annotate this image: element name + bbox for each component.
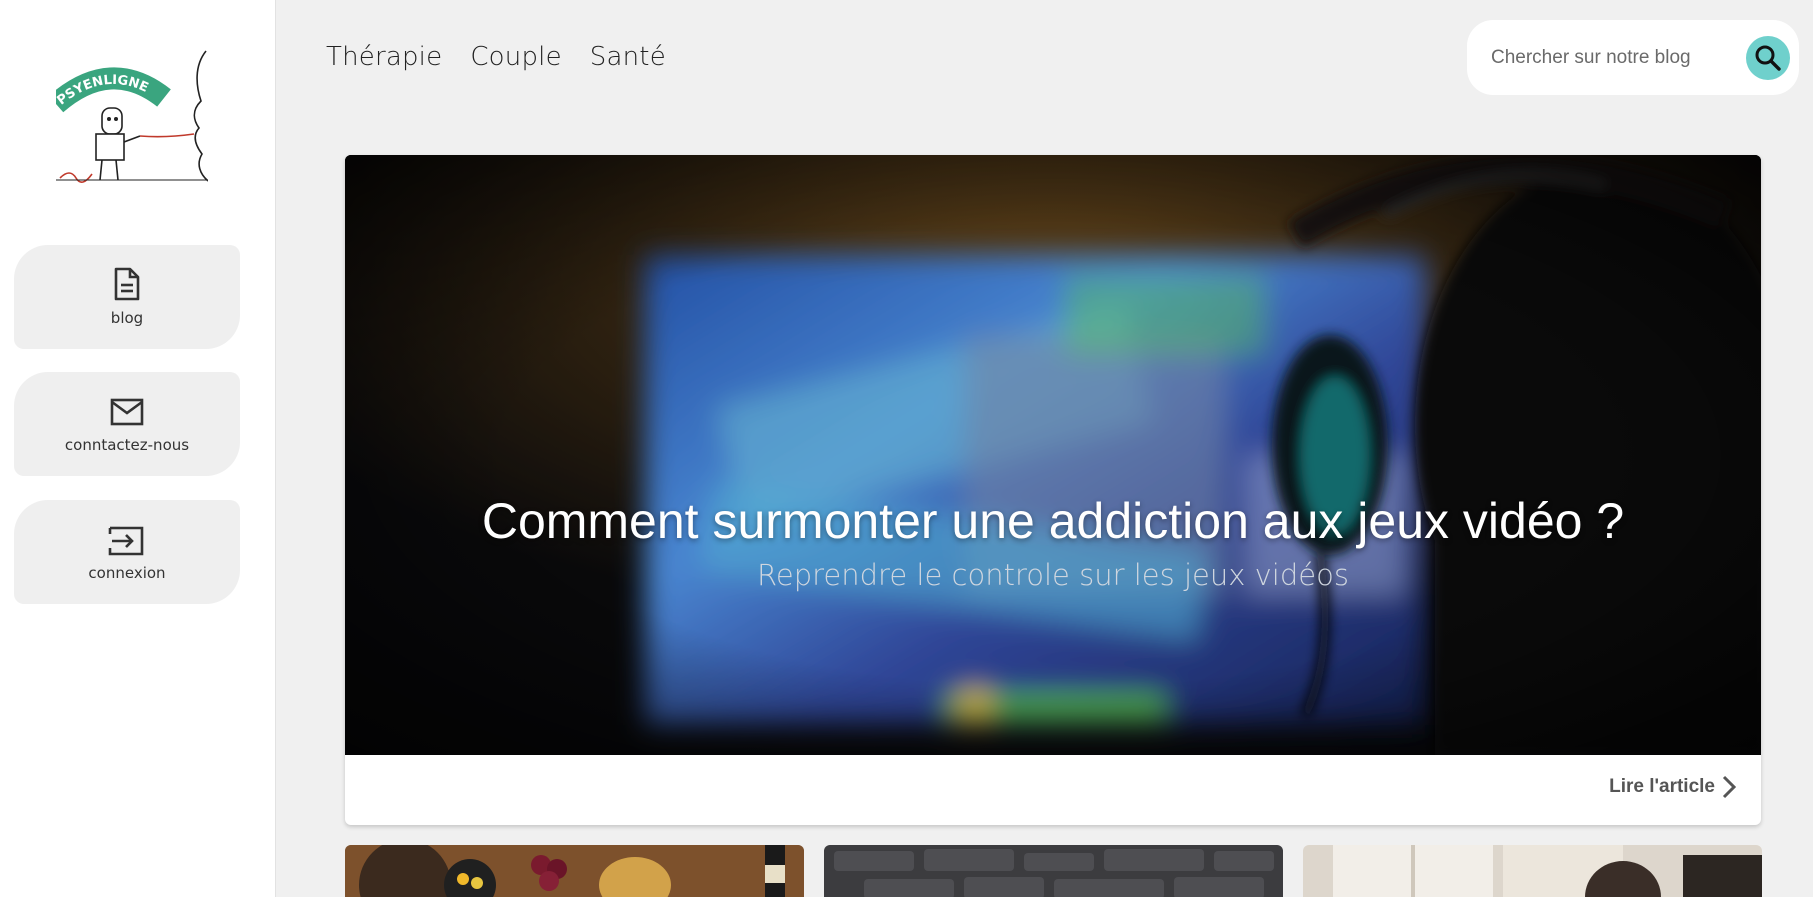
logo-illustration: PSYENLIGNE — [48, 50, 209, 183]
featured-article-card[interactable]: Comment surmonter une addiction aux jeux… — [345, 155, 1761, 825]
nav-link-couple[interactable]: Couple — [470, 42, 561, 72]
sidebar-item-contact[interactable]: conntactez-nous — [14, 372, 240, 476]
search-bar — [1467, 20, 1799, 95]
logo[interactable]: PSYENLIGNE — [48, 46, 209, 186]
sidebar-item-blog[interactable]: blog — [14, 245, 240, 349]
search-button[interactable] — [1746, 36, 1790, 80]
sidebar-item-label: conntactez-nous — [64, 436, 190, 454]
top-nav: Thérapie Couple Santé — [326, 42, 666, 72]
search-icon — [1755, 45, 1781, 71]
search-input[interactable] — [1491, 42, 1721, 74]
food-image — [345, 845, 804, 897]
stone-wall-image — [824, 845, 1283, 897]
featured-article-subtitle: Reprendre le controle sur les jeux vidéo… — [757, 558, 1349, 592]
article-card-thumbnail[interactable] — [824, 845, 1283, 897]
read-article-label: Lire l'article — [1609, 776, 1715, 797]
read-article-link[interactable]: Lire l'article — [1609, 775, 1737, 799]
sidebar-item-login[interactable]: connexion — [14, 500, 240, 604]
sidebar-item-label: blog — [110, 309, 144, 327]
nav-link-therapie[interactable]: Thérapie — [326, 42, 442, 72]
login-icon — [14, 522, 240, 558]
mail-icon — [14, 394, 240, 430]
featured-article-title: Comment surmonter une addiction aux jeux… — [481, 493, 1625, 549]
room-image — [1303, 845, 1762, 897]
article-card-thumbnail[interactable] — [345, 845, 804, 897]
article-card-thumbnail[interactable] — [1303, 845, 1762, 897]
sidebar-item-label: connexion — [88, 564, 166, 582]
nav-link-sante[interactable]: Santé — [590, 42, 666, 72]
sidebar: PSYENLIGNE blog conntactez-nous connexio… — [0, 0, 276, 897]
document-icon — [14, 267, 240, 303]
chevron-right-icon — [1722, 775, 1737, 799]
featured-article-image: Comment surmonter une addiction aux jeux… — [345, 155, 1761, 755]
